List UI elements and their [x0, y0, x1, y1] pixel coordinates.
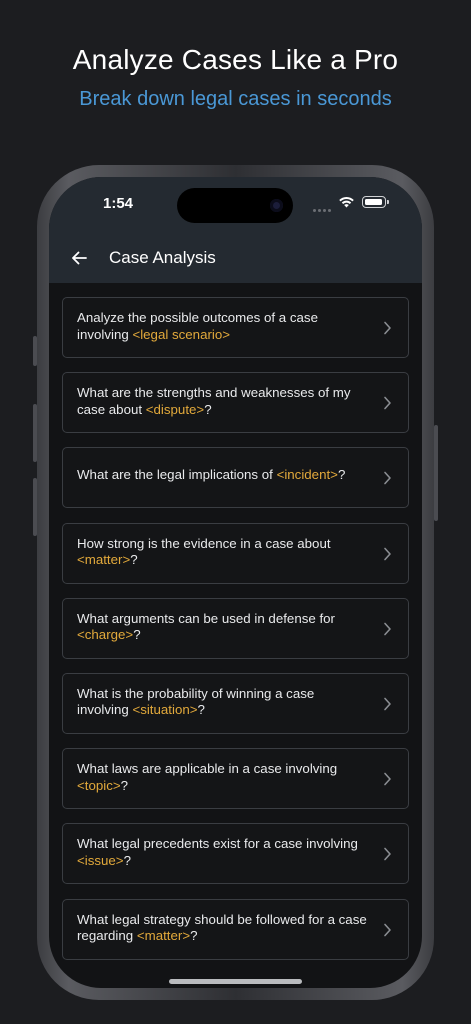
arrow-left-icon[interactable]: [69, 248, 89, 268]
status-time: 1:54: [103, 195, 134, 212]
chevron-right-icon: [384, 772, 391, 786]
prompt-text: Analyze the possible outcomes of a case …: [77, 310, 367, 343]
prompt-text-suffix: ?: [130, 552, 138, 568]
chevron-right-icon: [384, 697, 391, 711]
prompt-card[interactable]: What is the probability of winning a cas…: [62, 672, 409, 734]
prompt-placeholder: <situation>: [132, 702, 198, 718]
prompt-card[interactable]: How strong is the evidence in a case abo…: [62, 522, 409, 584]
camera-icon: [270, 199, 283, 212]
chevron-right-icon: [384, 547, 391, 560]
chevron-right-icon: [384, 321, 391, 335]
prompt-text-prefix: What legal strategy should be followed f…: [77, 911, 367, 944]
prompt-list: Analyze the possible outcomes of a case …: [62, 297, 409, 974]
prompt-card[interactable]: What are the strengths and weaknesses of…: [62, 372, 409, 434]
status-bar: 1:54: [49, 177, 422, 231]
prompt-placeholder: <matter>: [136, 928, 191, 943]
chevron-right-icon: [384, 472, 391, 485]
page-title: Case Analysis: [109, 248, 216, 267]
prompt-card[interactable]: What laws are applicable in a case invol…: [62, 748, 409, 810]
action-button: [33, 336, 37, 366]
promo-title: Analyze Cases Like a Pro: [72, 44, 399, 75]
prompt-text-suffix: ?: [190, 928, 198, 943]
prompt-text: What are the legal implications of <inci…: [77, 467, 367, 484]
phone-screen: 1:54 Case Analysis Analyze the possible …: [49, 177, 422, 988]
chevron-right-icon: [384, 923, 391, 936]
prompt-placeholder: <issue>: [77, 852, 124, 868]
prompt-placeholder: <legal scenario>: [132, 326, 231, 342]
promo-subtitle: Break down legal cases in seconds: [79, 88, 392, 110]
prompt-placeholder: <matter>: [77, 552, 131, 568]
prompt-card[interactable]: What legal strategy should be followed f…: [62, 898, 409, 960]
cellular-dots-icon: [313, 199, 333, 217]
volume-down-button: [33, 478, 37, 536]
prompt-text-suffix: ?: [123, 852, 131, 868]
prompt-text-prefix: What are the strengths and weaknesses of…: [77, 385, 351, 417]
wifi-icon: [339, 196, 354, 208]
prompt-text-suffix: ?: [204, 401, 212, 417]
prompt-text-suffix: ?: [197, 702, 205, 718]
prompt-text: How strong is the evidence in a case abo…: [77, 536, 367, 569]
prompt-text-prefix: What arguments can be used in defense fo…: [77, 610, 335, 626]
prompt-text: What laws are applicable in a case invol…: [77, 761, 367, 794]
home-indicator[interactable]: [169, 979, 302, 984]
chevron-right-icon: [384, 622, 391, 636]
prompt-placeholder: <topic>: [77, 777, 121, 793]
prompt-text-prefix: What laws are applicable in a case invol…: [77, 761, 338, 777]
prompt-text-prefix: How strong is the evidence in a case abo…: [77, 535, 331, 551]
volume-up-button: [33, 404, 37, 462]
prompt-text-suffix: ?: [133, 627, 141, 643]
prompt-placeholder: <incident>: [276, 467, 338, 483]
prompt-text: What is the probability of winning a cas…: [77, 686, 367, 719]
navigation-bar: Case Analysis: [49, 231, 422, 283]
prompt-card[interactable]: What arguments can be used in defense fo…: [62, 597, 409, 659]
prompt-text-suffix: ?: [120, 777, 129, 793]
prompt-text: What arguments can be used in defense fo…: [77, 611, 367, 644]
prompt-text-suffix: ?: [337, 467, 346, 483]
prompt-placeholder: <charge>: [77, 627, 134, 643]
battery-icon: [362, 196, 386, 208]
prompt-text: What are the strengths and weaknesses of…: [77, 385, 367, 418]
power-button: [434, 425, 438, 521]
prompt-card[interactable]: What are the legal implications of <inci…: [62, 447, 409, 509]
chevron-right-icon: [384, 848, 391, 861]
chevron-right-icon: [384, 396, 391, 410]
prompt-card[interactable]: Analyze the possible outcomes of a case …: [62, 297, 409, 358]
prompt-text-prefix: What are the legal implications of: [77, 467, 277, 483]
prompt-placeholder: <dispute>: [145, 401, 205, 417]
prompt-text-prefix: What legal precedents exist for a case i…: [77, 836, 358, 852]
dynamic-island: [177, 188, 293, 223]
prompt-text: What legal strategy should be followed f…: [77, 912, 367, 945]
prompt-card[interactable]: What legal precedents exist for a case i…: [62, 823, 409, 885]
prompt-text: What legal precedents exist for a case i…: [77, 836, 367, 869]
